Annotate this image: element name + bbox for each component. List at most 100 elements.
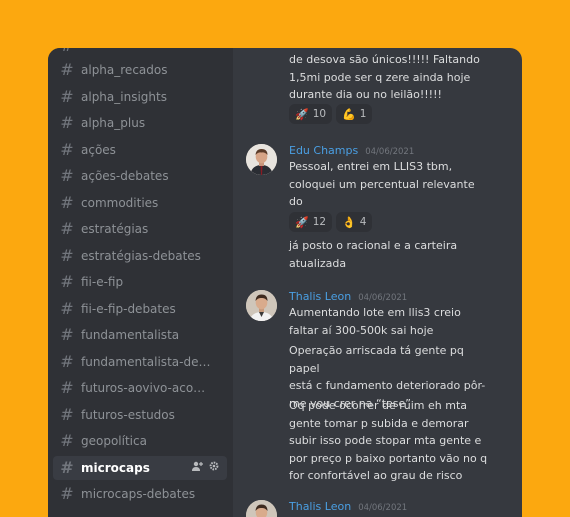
hash-icon: # xyxy=(60,219,74,238)
channel-name: microcaps xyxy=(81,460,150,475)
avatar[interactable] xyxy=(246,144,277,175)
reaction-count: 10 xyxy=(312,108,327,120)
sidebar-item-fii-e-fip-debates[interactable]: # fii-e-fip-debates xyxy=(53,297,227,321)
channel-sidebar: # # alpha_recados # alpha_insights # alpha_pl… xyxy=(48,48,233,517)
gear-icon[interactable] xyxy=(209,461,219,474)
reaction-rocket[interactable]: 🚀 10 xyxy=(289,104,333,124)
message-line: durante dia ou no leilão!!!!! xyxy=(289,88,442,101)
reaction-bar: 🚀 10 💪 1 xyxy=(289,104,373,124)
hash-icon: # xyxy=(60,272,74,291)
sidebar-item-estrat-gias[interactable]: # estratégias xyxy=(53,217,227,241)
channel-tools xyxy=(192,461,219,474)
message-line: Oq pode ocorrer de ruim eh mta xyxy=(289,399,468,412)
hash-icon: # xyxy=(60,192,74,212)
channel-name: ações-debates xyxy=(81,169,169,183)
add-member-icon[interactable] xyxy=(192,461,203,474)
message-text: Oq pode ocorrer de ruim eh mta gente tom… xyxy=(289,397,489,485)
sidebar-item-geopol-tica[interactable]: # geopolítica xyxy=(53,429,227,453)
channel-name: futuros-estudos xyxy=(81,407,175,422)
message-line: for confortável ao grau de risco xyxy=(289,469,463,482)
sidebar-item-alpha-recados[interactable]: # alpha_recados xyxy=(53,58,227,82)
discord-window: # # alpha_recados # alpha_insights # alpha_pl… xyxy=(48,48,522,517)
message-line: faltar aí 300-500k sai hoje xyxy=(289,323,434,337)
hash-icon: # xyxy=(60,431,74,450)
sidebar-item-fundamentalista[interactable]: # fundamentalista xyxy=(53,323,227,347)
message-line: por preço p baixo portanto vão no q xyxy=(289,451,488,465)
avatar-image xyxy=(246,500,277,517)
reaction-count: 4 xyxy=(359,216,367,228)
channel-name: alpha_recados xyxy=(81,63,168,77)
hash-icon: # xyxy=(60,298,74,318)
author-name[interactable]: Thalis Leon xyxy=(289,290,351,303)
message-line: de desova são únicos!!!!! Faltando xyxy=(289,53,480,66)
sidebar-item-commodities[interactable]: # commodities xyxy=(53,191,227,215)
hash-icon: # xyxy=(60,351,74,371)
message-header: Thalis Leon 04/06/2021 xyxy=(289,500,407,513)
channel-name: commodities xyxy=(81,195,159,210)
sidebar-item-microcaps-debates[interactable]: # microcaps-debates xyxy=(53,482,227,506)
channel-name: microcaps-debates xyxy=(81,487,196,501)
message-header: Edu Champs 04/06/2021 xyxy=(289,144,414,157)
reaction-count: 12 xyxy=(312,216,327,228)
sidebar-item-futuros-aovivo-acompan[interactable]: # futuros-aovivo-acompan... xyxy=(53,376,227,400)
hash-icon: # xyxy=(60,457,74,477)
hash-icon: # xyxy=(60,60,74,79)
message-text: já posto o racional e a carteira atualiz… xyxy=(289,237,489,272)
message-line: já posto o racional e a carteira xyxy=(289,239,458,252)
sidebar-item-microcaps[interactable]: # microcaps xyxy=(53,455,227,480)
reaction-muscle[interactable]: 💪 1 xyxy=(336,104,373,124)
channel-name: geopolítica xyxy=(81,434,147,448)
channel-name: alpha_plus xyxy=(81,116,146,130)
timestamp: 04/06/2021 xyxy=(358,503,408,513)
hash-icon: # xyxy=(60,404,74,424)
sidebar-item-alpha-plus[interactable]: # alpha_plus xyxy=(53,111,227,135)
hash-icon: # xyxy=(59,48,75,54)
avatar[interactable] xyxy=(246,290,277,321)
hash-icon: # xyxy=(60,113,74,132)
reaction-bar: 🚀 12 👌 4 xyxy=(289,212,373,232)
message-line: Aumentando lote em llis3 creio xyxy=(289,306,461,319)
message-line: Operação arriscada tá gente pq papel xyxy=(289,344,464,375)
message-line: subir isso pode stopar mta gente e xyxy=(289,434,482,447)
message-line: 1,5mi pode ser q zere ainda hoje xyxy=(289,70,471,84)
channel-name: fundamentalista-debates xyxy=(81,354,213,369)
message-text: Aumentando lote em llis3 creio faltar aí… xyxy=(289,304,489,339)
message-pane: de desova são únicos!!!!! Faltando 1,5mi… xyxy=(233,48,522,517)
sidebar-item-estrat-gias-debates[interactable]: # estratégias-debates xyxy=(53,244,227,268)
channel-name: alpha_insights xyxy=(81,89,167,104)
sidebar-item-alpha-insights[interactable]: # alpha_insights xyxy=(53,85,227,109)
hash-icon: # xyxy=(60,166,74,185)
reaction-count: 1 xyxy=(359,108,367,120)
sidebar-item-futuros-estudos[interactable]: # futuros-estudos xyxy=(53,403,227,427)
hash-icon: # xyxy=(60,378,74,397)
message-line: Pessoal, entrei em LLIS3 tbm, xyxy=(289,160,453,173)
hash-icon: # xyxy=(60,484,74,503)
avatar[interactable] xyxy=(246,500,277,517)
message-line: está c fundamento deteriorado pôr- xyxy=(289,379,486,392)
avatar-image xyxy=(246,290,277,321)
channel-item-partial[interactable]: # xyxy=(53,48,227,58)
sidebar-item-a-es[interactable]: # ações xyxy=(53,138,227,162)
rocket-icon: 🚀 xyxy=(295,215,309,229)
message-header: Thalis Leon 04/06/2021 xyxy=(289,290,407,303)
muscle-icon: 💪 xyxy=(342,107,356,121)
channel-name: fii-e-fip xyxy=(81,275,124,289)
reaction-ok-hand[interactable]: 👌 4 xyxy=(336,212,373,232)
author-name[interactable]: Edu Champs xyxy=(289,144,358,157)
channel-name: ações xyxy=(81,142,116,157)
message-line: gente tomar p subida e demorar xyxy=(289,416,469,430)
sidebar-item-a-es-debates[interactable]: # ações-debates xyxy=(53,164,227,188)
message-line: atualizada xyxy=(289,256,347,270)
hash-icon: # xyxy=(60,245,74,265)
author-name[interactable]: Thalis Leon xyxy=(289,500,351,513)
message-line: coloquei um percentual relevante do xyxy=(289,177,475,209)
timestamp: 04/06/2021 xyxy=(358,293,408,303)
ok-hand-icon: 👌 xyxy=(342,215,356,229)
reaction-rocket[interactable]: 🚀 12 xyxy=(289,212,333,232)
sidebar-item-fundamentalista-debates[interactable]: # fundamentalista-debates xyxy=(53,350,227,374)
timestamp: 04/06/2021 xyxy=(365,147,415,157)
sidebar-item-fii-e-fip[interactable]: # fii-e-fip xyxy=(53,270,227,294)
avatar-image xyxy=(246,144,277,175)
channel-name: estratégias-debates xyxy=(81,248,201,263)
hash-icon: # xyxy=(60,325,74,344)
